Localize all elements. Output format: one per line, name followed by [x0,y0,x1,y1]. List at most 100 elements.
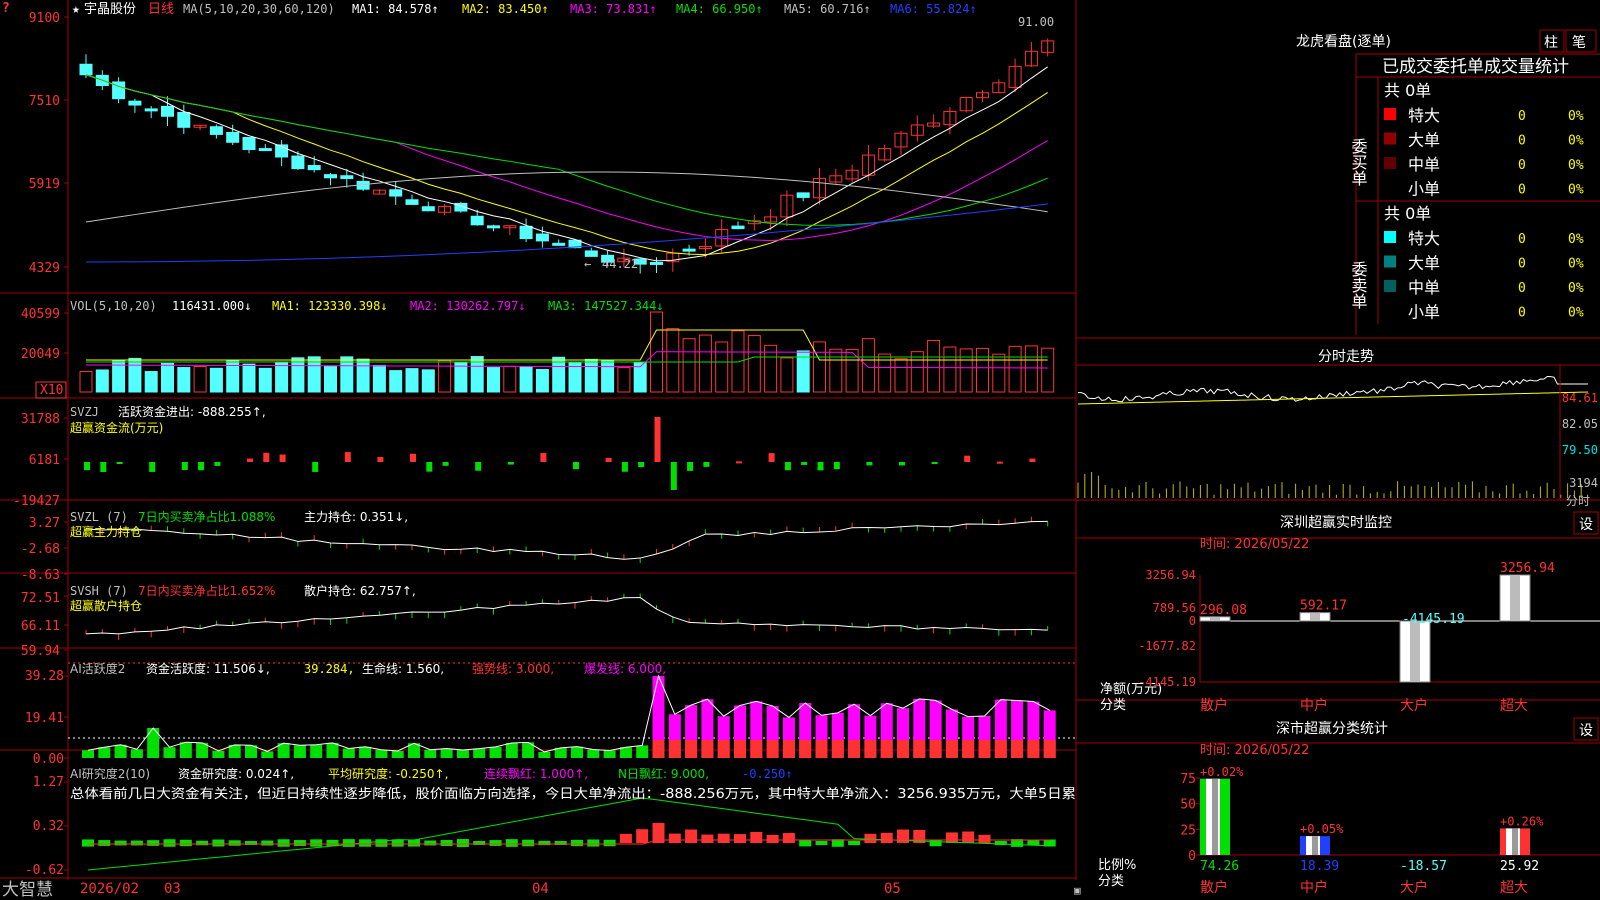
period-label[interactable]: 日线 [148,2,174,17]
svzj-title: SVZJ [70,405,99,419]
sz-class-chart[interactable]: 75 50 25 0 +0.02% 74.26 散户 +0.05% 18.39 中户 -18.57 大… [1180,765,1600,896]
sz-monitor-chart[interactable]: 3256.94 789.560 -1677.82 -4145.19 296.08 散户 59… [1138,561,1600,714]
sell-row-pct: 0% [1568,232,1584,247]
sz-monitor-category: 中户 [1300,697,1328,714]
svzj-chart[interactable] [84,417,1036,490]
sz-class-delta: +0.05% [1300,822,1344,836]
aires-tick: -0.62 [25,863,64,878]
volume-bar [894,358,908,393]
volume-bar [487,367,500,393]
price-chart[interactable] [79,38,1055,274]
date-label: 05 [884,881,901,897]
research-bar [734,834,746,843]
lhb-tab-filled[interactable]: 已成交 [1382,57,1433,77]
buy-row-label: 大单 [1408,131,1440,150]
volume-bar [372,364,386,393]
activity-base-bar [962,740,975,758]
activity-bar [571,746,583,758]
research-bar [179,839,192,847]
activity-base-bar [848,740,861,758]
ai-research-chart[interactable] [82,797,1056,871]
sell-swatch [1384,231,1396,243]
candle [552,242,566,246]
aiact-tick: 0.00 [33,752,64,767]
activity-base-bar [717,740,730,758]
volume-bar [1041,347,1055,393]
aiact-l4: 强势线: 3.000, [472,662,554,676]
volume-bar [682,338,696,393]
activity-bar [636,745,649,758]
intraday-tick: 79.50 [1562,443,1598,457]
lhb-tab-stats[interactable]: 统计 [1535,57,1569,77]
vol-ma3: MA3: 147527.344↓ [548,299,664,313]
sell-row-count: 0 [1518,257,1526,272]
activity-base-bar [945,740,958,758]
volume-bar [943,346,957,393]
svzl-title: SVZL (7) [70,510,128,524]
research-bar [277,839,290,847]
sell-row-count: 0 [1518,306,1526,321]
ma2-label: MA2: 83.450↑ [462,2,549,16]
fund-flow-bar [605,457,612,462]
stock-name[interactable]: 宇晶股份 [84,2,136,17]
ai-activity-chart[interactable] [68,662,1076,758]
fund-flow-bar [247,458,253,462]
lhb-bar-button[interactable]: 柱 [1544,35,1558,51]
activity-base-bar [1011,740,1024,758]
lhb-tab-volume[interactable]: 成交量 [1484,57,1535,77]
sz-class-settings-button[interactable]: 设 [1579,723,1593,739]
volume-bar [454,362,468,393]
lhb-tab-orders[interactable]: 委托单 [1433,57,1484,77]
svsh-chart[interactable] [85,593,1049,640]
vol-unit[interactable]: X10 [40,383,63,398]
buy-row-pct: 0% [1568,109,1584,124]
sz-class-value: 25.92 [1500,859,1539,874]
fund-flow-bar [475,462,482,471]
activity-bar [424,749,437,758]
research-bar [310,839,323,847]
svzl-line [85,520,1048,560]
candle [226,131,240,143]
aiact-l2: 39.284, [304,662,355,676]
activity-base-bar [750,740,763,758]
candle [650,261,663,265]
stock-star-icon: ★ [72,2,80,17]
activity-base-bar [1027,740,1040,758]
vol-ma2: MA2: 130262.797↓ [410,299,526,313]
research-bar [636,829,649,843]
buy-row-label: 中单 [1408,155,1440,174]
volume-bar [438,359,452,393]
activity-bar [342,748,355,758]
volume-bar [617,367,631,393]
fund-flow-bar [84,462,90,471]
sell-row-pct: 0% [1568,281,1584,296]
volume-bar [1008,345,1022,393]
aires-l5: -0.250↑ [742,767,793,781]
fund-flow-bar [181,462,188,471]
volume-bar [601,360,615,393]
sell-swatch [1384,280,1396,292]
sz-monitor-settings-button[interactable]: 设 [1579,517,1593,533]
brand-logo[interactable]: 大智慧 [2,880,53,900]
svzj-sub: 超赢资金流(万元) [70,420,163,435]
sell-row-label: 特大 [1408,229,1440,248]
volume-bar [861,338,875,393]
buy-row-pct: 0% [1568,183,1584,198]
sz-monitor-value: 592.17 [1300,599,1347,614]
research-bar [114,840,127,846]
candle [389,189,403,197]
research-bar [228,840,241,846]
candle [584,250,598,257]
volume-chart[interactable] [79,311,1055,393]
volume-bar [747,335,761,393]
research-bar [538,840,551,846]
volume-bar [275,361,289,393]
sell-row-label: 中单 [1408,278,1440,297]
lhb-pen-button[interactable]: 笔 [1572,35,1586,51]
buy-swatch [1384,157,1396,169]
activity-base-bar [897,740,909,758]
date-label: 03 [164,881,181,897]
lock-icon[interactable]: ▣ [1074,884,1081,897]
research-bar [212,839,225,847]
activity-bar [114,744,127,758]
